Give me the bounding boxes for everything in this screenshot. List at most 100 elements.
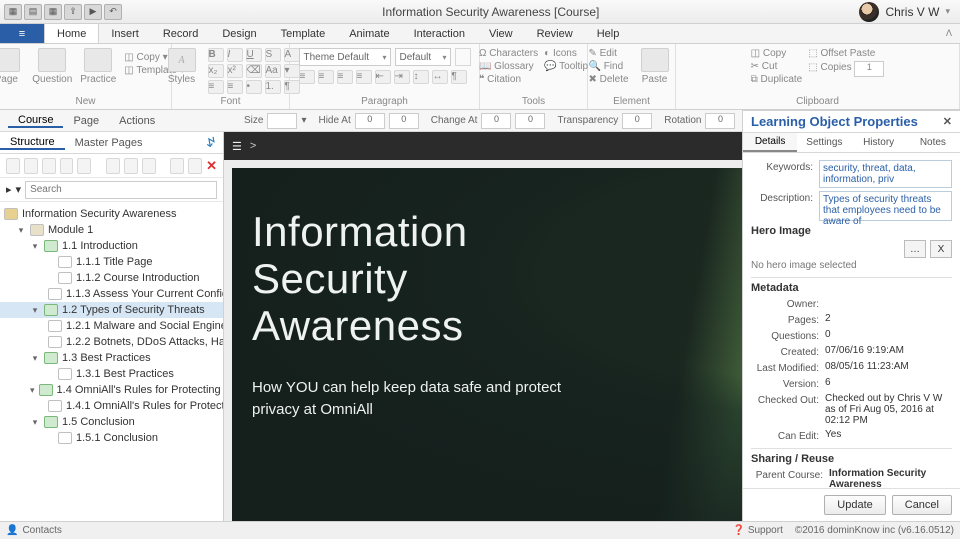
tooltip-button[interactable]: 💬 Tooltip <box>544 61 588 72</box>
status-bar: 👤Contacts ❓ Support ©2016 dominKnow inc … <box>0 521 960 539</box>
tab-interaction[interactable]: Interaction <box>402 24 477 43</box>
tab-template[interactable]: Template <box>269 24 338 43</box>
tab-view[interactable]: View <box>477 24 525 43</box>
app-menu-button[interactable]: ≡ <box>0 24 44 43</box>
tree-collapse-icon[interactable]: ▸ <box>6 183 12 196</box>
subtab-master[interactable]: Master Pages <box>65 136 153 150</box>
clear-format-icon[interactable]: ⌫ <box>246 64 262 78</box>
citation-button[interactable]: ❝ Citation <box>479 74 538 85</box>
user-name[interactable]: Chris V W <box>885 5 939 19</box>
align-center-icon[interactable]: ≡ <box>318 70 334 84</box>
app-icon[interactable]: ▦ <box>4 4 22 20</box>
rp-tab-settings[interactable]: Settings <box>797 133 851 152</box>
grid-icon[interactable]: ▦ <box>44 4 62 20</box>
tree-add-icon[interactable] <box>6 158 20 174</box>
tree-tool-icon[interactable] <box>24 158 38 174</box>
tab-design[interactable]: Design <box>210 24 268 43</box>
edit-button[interactable]: ✎ Edit <box>588 48 628 59</box>
tree-item[interactable]: 1.2.2 Botnets, DDoS Attacks, Hacking, Wi… <box>0 334 223 350</box>
new-practice-button[interactable]: Practice <box>78 48 118 85</box>
left-panel: Structure Master Pages ↯ ✕ ▸ ▾ Informati… <box>0 132 224 521</box>
lp-tab-course[interactable]: Course <box>8 114 63 128</box>
tab-record[interactable]: Record <box>151 24 210 43</box>
update-button[interactable]: Update <box>824 495 885 515</box>
clipboard-cut-button[interactable]: ✂ Cut <box>751 61 803 72</box>
lp-tab-page[interactable]: Page <box>63 114 109 128</box>
tab-review[interactable]: Review <box>525 24 585 43</box>
rp-tab-details[interactable]: Details <box>743 133 797 152</box>
tree-item[interactable]: 1.1.2 Course Introduction <box>0 270 223 286</box>
support-icon[interactable]: ❓ <box>733 525 745 536</box>
preview-icon[interactable]: ▶ <box>84 4 102 20</box>
tree-item[interactable]: ▾1.1 Introduction <box>0 238 223 254</box>
cancel-button[interactable]: Cancel <box>892 495 952 515</box>
slide-title: InformationSecurityAwareness <box>252 208 592 349</box>
paste-button[interactable]: Paste <box>635 48 675 85</box>
panel-close-icon[interactable]: ✕ <box>206 158 217 174</box>
new-page-button[interactable]: Page <box>0 48 26 85</box>
contacts-button[interactable]: Contacts <box>22 525 61 536</box>
save-icon[interactable]: ▤ <box>24 4 42 20</box>
styles-button[interactable]: AStyles <box>162 48 202 85</box>
tree-item[interactable]: ▾1.5 Conclusion <box>0 414 223 430</box>
rp-tab-history[interactable]: History <box>852 133 906 152</box>
underline-icon[interactable]: U <box>246 48 262 62</box>
tree-item[interactable]: 1.1.3 Assess Your Current Confidence3 <box>0 286 223 302</box>
copies-button[interactable]: ⬚ Copies 1 <box>808 61 884 77</box>
tree-expand-icon[interactable]: ▾ <box>16 183 22 196</box>
rp-tab-notes[interactable]: Notes <box>906 133 960 152</box>
italic-icon[interactable]: I <box>227 48 243 62</box>
tree-item[interactable]: 1.1.1 Title Page <box>0 254 223 270</box>
icons-button[interactable]: ◐ Icons <box>544 48 588 59</box>
tab-help[interactable]: Help <box>585 24 632 43</box>
tree-item[interactable]: 1.4.1 OmniAll's Rules for Protecting Dat… <box>0 398 223 414</box>
hero-clear-button[interactable]: X <box>930 240 952 258</box>
tree-item[interactable]: ▾1.4 OmniAll's Rules for Protecting Data… <box>0 382 223 398</box>
tree-module[interactable]: ▾Module 1 <box>0 222 223 238</box>
panel-close-button[interactable]: ✕ <box>943 115 952 128</box>
user-menu-chevron[interactable]: ▾ <box>945 6 950 17</box>
tree-search-input[interactable] <box>25 181 217 199</box>
clipboard-copy-button[interactable]: ◫ Copy <box>751 48 803 59</box>
tab-insert[interactable]: Insert <box>99 24 151 43</box>
find-button[interactable]: 🔍 Find <box>588 61 628 72</box>
ribbon-collapse-icon[interactable]: ᐱ <box>938 24 960 43</box>
subscript-icon[interactable]: x₂ <box>208 64 224 78</box>
delete-button[interactable]: ✖ Delete <box>588 74 628 85</box>
strike-icon[interactable]: S <box>265 48 281 62</box>
lp-tab-actions[interactable]: Actions <box>109 114 165 128</box>
slide-menu-icon[interactable]: ☰ <box>232 140 242 153</box>
new-question-button[interactable]: Question <box>32 48 72 85</box>
tree-item[interactable]: 1.2.1 Malware and Social Engineering <box>0 318 223 334</box>
tab-animate[interactable]: Animate <box>337 24 401 43</box>
subtab-structure[interactable]: Structure <box>0 136 65 150</box>
refresh-icon[interactable]: ↯ <box>205 134 217 151</box>
theme-dropdown[interactable]: Theme Default <box>299 48 391 66</box>
align-left-icon[interactable]: ≡ <box>299 70 315 84</box>
tree-root[interactable]: Information Security Awareness <box>0 206 223 222</box>
contacts-icon[interactable]: 👤 <box>6 525 18 536</box>
bold-icon[interactable]: B <box>208 48 224 62</box>
glossary-button[interactable]: 📖 Glossary <box>479 61 538 72</box>
tab-home[interactable]: Home <box>44 24 99 43</box>
support-link[interactable]: Support <box>748 525 783 536</box>
undo-icon[interactable]: ↶ <box>104 4 122 20</box>
tree-item[interactable]: ▾1.2 Types of Security Threats <box>0 302 223 318</box>
tree-item[interactable]: 1.3.1 Best Practices <box>0 366 223 382</box>
hero-browse-button[interactable]: … <box>904 240 926 258</box>
offset-paste-button[interactable]: ⬚ Offset Paste <box>808 48 884 59</box>
upload-icon[interactable]: ⇪ <box>64 4 82 20</box>
slide-subtitle: How YOU can help keep data safe and prot… <box>252 377 592 421</box>
tree-item[interactable]: 1.5.1 Conclusion <box>0 430 223 446</box>
tree-item[interactable]: ▾1.3 Best Practices <box>0 350 223 366</box>
size-dropdown[interactable]: Default <box>395 48 451 66</box>
user-avatar[interactable] <box>859 2 879 22</box>
characters-button[interactable]: Ω Characters <box>479 48 538 59</box>
keywords-input[interactable]: security, threat, data, information, pri… <box>819 160 952 188</box>
description-input[interactable]: Types of security threats that employees… <box>819 191 952 221</box>
justify-icon[interactable]: ≡ <box>356 70 372 84</box>
clipboard-duplicate-button[interactable]: ⧉ Duplicate <box>751 74 803 85</box>
panel-title: Learning Object Properties <box>751 114 918 129</box>
align-right-icon[interactable]: ≡ <box>337 70 353 84</box>
superscript-icon[interactable]: x² <box>227 64 243 78</box>
